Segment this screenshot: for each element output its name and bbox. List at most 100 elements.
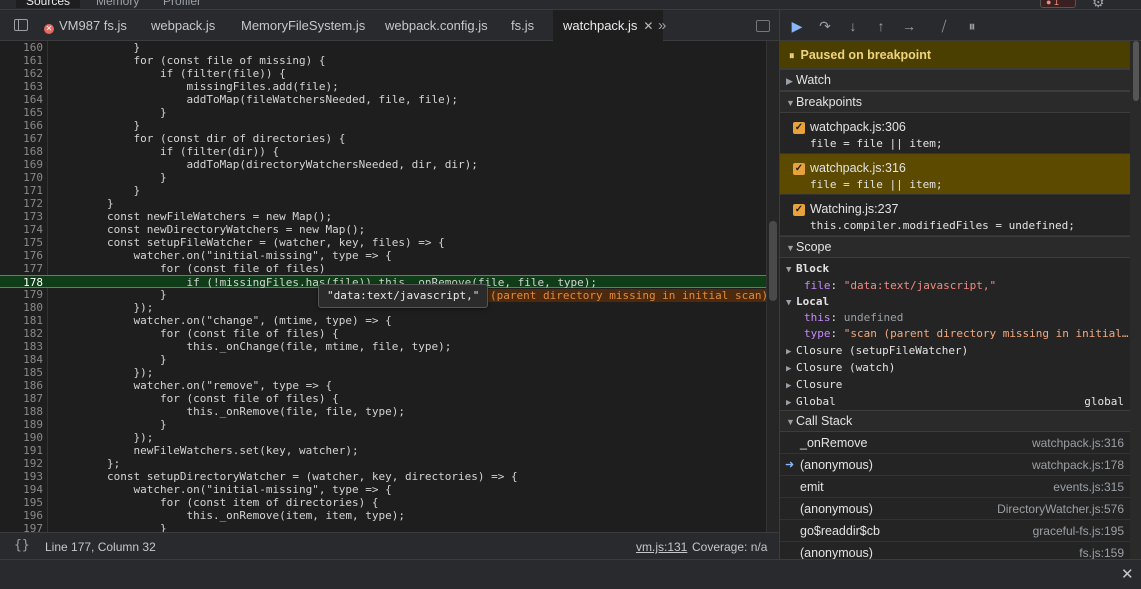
line-number[interactable]: 183 (0, 340, 43, 353)
line-number[interactable]: 188 (0, 405, 43, 418)
code-line[interactable]: 189 } (0, 418, 766, 431)
code-line[interactable]: 197 } (0, 522, 766, 532)
code-line[interactable]: 181 watcher.on("change", (mtime, type) =… (0, 314, 766, 327)
scope-variable[interactable]: this: undefined (804, 309, 1141, 326)
breakpoint-checkbox[interactable]: ✓ (793, 204, 805, 216)
line-number[interactable]: 175 (0, 236, 43, 249)
code-line[interactable]: 187 for (const file of files) { (0, 392, 766, 405)
step-into-icon[interactable]: ↓ (844, 17, 862, 35)
code-line[interactable]: 164 addToMap(fileWatchersNeeded, file, f… (0, 93, 766, 106)
line-number[interactable]: 192 (0, 457, 43, 470)
settings-gear-icon[interactable]: ⚙ (1092, 0, 1105, 9)
pretty-print-button[interactable]: {} (14, 538, 30, 553)
file-tab-webpack-config[interactable]: webpack.config.js (385, 10, 488, 41)
breakpoint-item[interactable]: ✓ watchpack.js:306 file = file || item; (780, 113, 1130, 154)
code-line[interactable]: 190 }); (0, 431, 766, 444)
step-icon[interactable]: → (900, 17, 918, 35)
scope-closure[interactable]: ▶ Closure (watch) (786, 359, 1136, 376)
call-frame-location[interactable]: DirectoryWatcher.js:576 (997, 498, 1124, 520)
code-editor[interactable]: 160 } 161 for (const file of missing) {16… (0, 41, 779, 532)
code-line[interactable]: 161 for (const file of missing) { (0, 54, 766, 67)
line-number[interactable]: 196 (0, 509, 43, 522)
line-number[interactable]: 189 (0, 418, 43, 431)
code-line[interactable]: 176 watcher.on("initial-missing", type =… (0, 249, 766, 262)
code-line[interactable]: 165 } (0, 106, 766, 119)
line-number[interactable]: 167 (0, 132, 43, 145)
code-line[interactable]: 188 this._onRemove(file, file, type); (0, 405, 766, 418)
code-line[interactable]: 168 if (filter(dir)) { (0, 145, 766, 158)
code-line[interactable]: 170 } (0, 171, 766, 184)
line-number[interactable]: 172 (0, 197, 43, 210)
line-number[interactable]: 194 (0, 483, 43, 496)
step-out-icon[interactable]: ↑ (872, 17, 890, 35)
line-number[interactable]: 161 (0, 54, 43, 67)
line-number[interactable]: 174 (0, 223, 43, 236)
step-over-icon[interactable]: ↷ (816, 17, 834, 35)
line-number[interactable]: 195 (0, 496, 43, 509)
line-number[interactable]: 184 (0, 353, 43, 366)
call-frame[interactable]: emit events.js:315 (780, 476, 1130, 498)
panel-tab-sources[interactable]: Sources (16, 0, 81, 8)
scope-block[interactable]: ▼ Block (786, 260, 1136, 277)
call-frame-location[interactable]: graceful-fs.js:195 (1033, 520, 1124, 542)
call-frame[interactable]: _onRemove watchpack.js:316 (780, 432, 1130, 454)
code-line[interactable]: 193 const setupDirectoryWatcher = (watch… (0, 470, 766, 483)
deactivate-breakpoints-icon[interactable]: ⧸ (935, 17, 953, 35)
line-number[interactable]: 193 (0, 470, 43, 483)
scope-global[interactable]: ▶ Global global (786, 393, 1130, 410)
line-number[interactable]: 181 (0, 314, 43, 327)
scope-local[interactable]: ▼ Local (786, 293, 1136, 310)
section-scope[interactable]: ▼Scope (780, 236, 1130, 258)
editor-scroll-thumb[interactable] (769, 221, 777, 301)
call-frame-location[interactable]: watchpack.js:316 (1032, 432, 1124, 454)
line-number[interactable]: 197 (0, 522, 43, 532)
code-line[interactable]: 172 } (0, 197, 766, 210)
file-tab-webpack[interactable]: webpack.js (151, 10, 215, 41)
scope-variable[interactable]: type: "scan (parent directory missing in… (804, 325, 1130, 342)
call-frame[interactable]: (anonymous) DirectoryWatcher.js:576 (780, 498, 1130, 520)
more-tabs-icon[interactable]: » (658, 10, 666, 41)
file-tab-fs[interactable]: fs.js (511, 10, 534, 41)
section-breakpoints[interactable]: ▼Breakpoints (780, 91, 1130, 113)
line-number[interactable]: 170 (0, 171, 43, 184)
debugger-sidebar-toggle-icon[interactable] (756, 20, 770, 32)
code-line[interactable]: 184 } (0, 353, 766, 366)
call-frame-current[interactable]: ➜ (anonymous) watchpack.js:178 (780, 454, 1130, 476)
line-number[interactable]: 182 (0, 327, 43, 340)
code-line[interactable]: 163 missingFiles.add(file); (0, 80, 766, 93)
panel-tab-profiler[interactable]: Profiler (163, 0, 201, 8)
sidebar-scrollbar[interactable] (1130, 41, 1141, 559)
breakpoint-item-active[interactable]: ✓ watchpack.js:316 file = file || item; (780, 154, 1130, 195)
code-line[interactable]: 196 this._onRemove(item, item, type); (0, 509, 766, 522)
code-line[interactable]: 192 }; (0, 457, 766, 470)
code-line[interactable]: 166 } (0, 119, 766, 132)
code-line[interactable]: 182 for (const file of files) { (0, 327, 766, 340)
code-line[interactable]: 195 for (const item of directories) { (0, 496, 766, 509)
line-number[interactable]: 176 (0, 249, 43, 262)
code-line[interactable]: 171 } (0, 184, 766, 197)
line-number[interactable]: 169 (0, 158, 43, 171)
line-number[interactable]: 165 (0, 106, 43, 119)
code-line[interactable]: 160 } (0, 41, 766, 54)
breakpoint-checkbox[interactable]: ✓ (793, 122, 805, 134)
code-line[interactable]: 177 for (const file of files) (0, 262, 766, 275)
code-line[interactable]: 174 const newDirectoryWatchers = new Map… (0, 223, 766, 236)
breakpoint-item[interactable]: ✓ Watching.js:237 this.compiler.modified… (780, 195, 1130, 236)
call-frame-location[interactable]: events.js:315 (1053, 476, 1124, 498)
scope-closure[interactable]: ▶ Closure (786, 376, 1136, 393)
scope-closure[interactable]: ▶ Closure (setupFileWatcher) (786, 342, 1136, 359)
line-number[interactable]: 187 (0, 392, 43, 405)
error-count-badge[interactable]: ● 1 (1040, 0, 1076, 8)
file-tab-watchpack[interactable]: watchpack.js ✕ (553, 10, 664, 41)
sidebar-scroll-thumb[interactable] (1133, 41, 1139, 101)
navigator-toggle-icon[interactable] (14, 19, 28, 31)
pause-on-exceptions-icon[interactable]: ⏸ (963, 17, 981, 35)
breakpoint-checkbox[interactable]: ✓ (793, 163, 805, 175)
line-number[interactable]: 171 (0, 184, 43, 197)
call-frame-location[interactable]: fs.js:159 (1079, 542, 1124, 559)
call-frame[interactable]: go$readdir$cb graceful-fs.js:195 (780, 520, 1130, 542)
line-number[interactable]: 173 (0, 210, 43, 223)
code-line[interactable]: 175 const setupFileWatcher = (watcher, k… (0, 236, 766, 249)
line-number[interactable]: 190 (0, 431, 43, 444)
code-line[interactable]: 173 const newFileWatchers = new Map(); (0, 210, 766, 223)
